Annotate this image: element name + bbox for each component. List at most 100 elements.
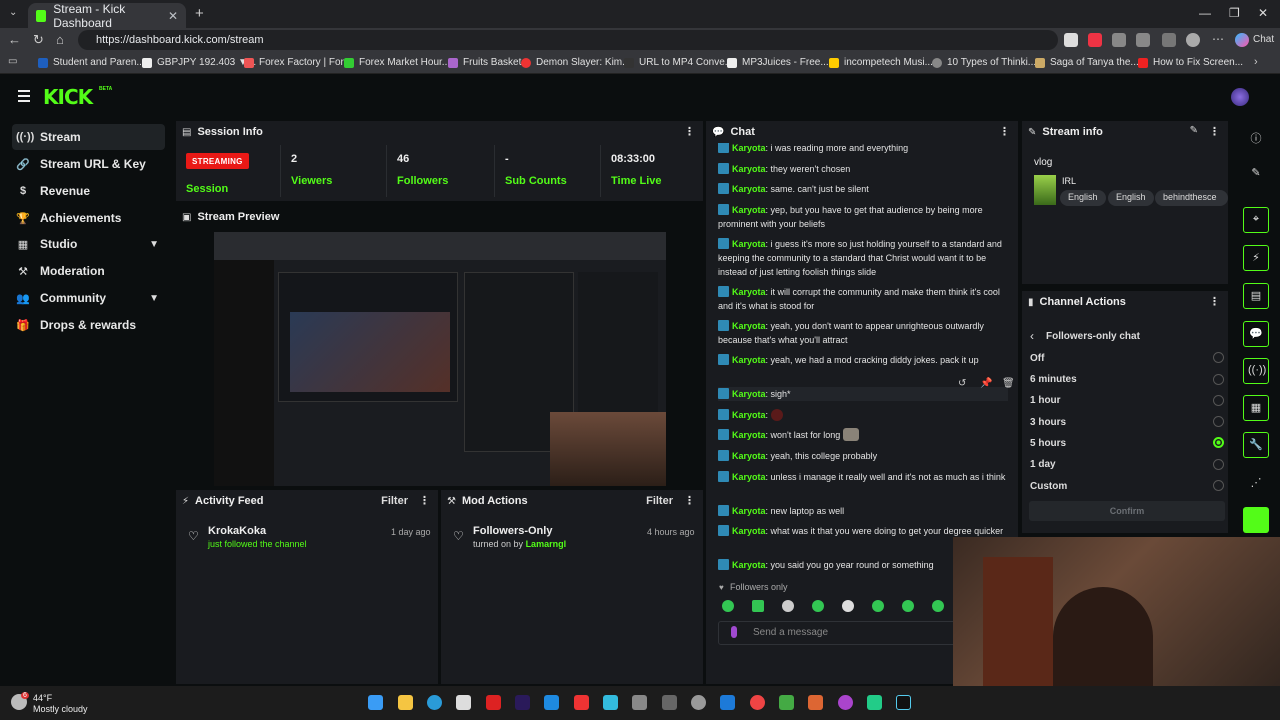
- broadcast-icon[interactable]: ((·)): [1248, 364, 1266, 380]
- chat-username[interactable]: Karyota: [732, 560, 766, 570]
- emote-icon[interactable]: [902, 600, 914, 612]
- bookmark[interactable]: GBPJPY 192.403 ▼...: [142, 57, 256, 68]
- app-icon[interactable]: [544, 695, 559, 710]
- chat-username[interactable]: Karyota: [732, 472, 766, 482]
- sidebar-item-achievements[interactable]: 🏆 Achievements: [12, 205, 165, 231]
- extension-icon[interactable]: [1088, 33, 1102, 47]
- emote-icon[interactable]: [722, 600, 734, 612]
- sidebar-item-moderation[interactable]: ⚒ Moderation: [12, 258, 165, 284]
- minimize-icon[interactable]: —: [1199, 6, 1211, 20]
- chat-username[interactable]: Karyota: [732, 506, 766, 516]
- sidebar-item-stream[interactable]: ((·)) Stream: [12, 124, 165, 150]
- confirm-button[interactable]: Confirm: [1029, 501, 1225, 521]
- radio-1-hour[interactable]: [1213, 395, 1224, 406]
- mod-action-user[interactable]: Lamarngl: [526, 539, 567, 549]
- sidebar-item-drops-rewards[interactable]: 🎁 Drops & rewards: [12, 312, 165, 338]
- document-icon[interactable]: ▤: [1248, 289, 1264, 305]
- url-input[interactable]: https://dashboard.kick.com/stream: [78, 30, 1058, 50]
- emote-icon[interactable]: [782, 600, 794, 612]
- bookmark[interactable]: incompetech Musi...: [829, 57, 933, 68]
- chat-username[interactable]: Karyota: [732, 143, 766, 153]
- radio-3-hours[interactable]: [1213, 416, 1224, 427]
- bookmark[interactable]: Forex Factory | For...: [244, 57, 352, 68]
- sidebar-item-community[interactable]: 👥 Community ▼: [12, 285, 165, 311]
- tiktok-icon[interactable]: [896, 695, 911, 710]
- app-icon[interactable]: [632, 695, 647, 710]
- bookmark[interactable]: How to Fix Screen...: [1138, 57, 1243, 68]
- app-icon[interactable]: [691, 695, 706, 710]
- filter-button[interactable]: Filter: [381, 495, 408, 507]
- chat-username[interactable]: Karyota: [732, 430, 766, 440]
- radio-off[interactable]: [1213, 352, 1224, 363]
- feed-username[interactable]: KrokaKoka: [208, 525, 266, 537]
- radio-5-hours[interactable]: [1213, 437, 1224, 448]
- tab-list-chevron-icon[interactable]: ⌄: [9, 7, 17, 18]
- more-menu-icon[interactable]: ⋯: [1212, 32, 1224, 46]
- bookmarks-more-icon[interactable]: ›: [1254, 56, 1258, 68]
- chrome-icon[interactable]: [750, 695, 765, 710]
- chat-username[interactable]: Karyota: [732, 451, 766, 461]
- app-icon[interactable]: [867, 695, 882, 710]
- user-avatar[interactable]: [1231, 88, 1249, 106]
- maximize-icon[interactable]: ❐: [1229, 6, 1240, 20]
- windows-start-icon[interactable]: [368, 695, 383, 710]
- option-custom[interactable]: Custom: [1030, 481, 1067, 492]
- app-icon[interactable]: [838, 695, 853, 710]
- lightning-icon[interactable]: ⚡: [1248, 251, 1264, 267]
- bookmark[interactable]: Student and Paren...: [38, 57, 145, 68]
- bookmark[interactable]: URL to MP4 Conve...: [624, 57, 733, 68]
- extension-icon[interactable]: [1064, 33, 1078, 47]
- chat-username[interactable]: Karyota: [732, 355, 766, 365]
- back-icon[interactable]: ←: [8, 32, 21, 47]
- chat-bubble-icon[interactable]: 💬: [1248, 327, 1264, 343]
- target-icon[interactable]: ⌖: [1248, 213, 1264, 229]
- layout-icon[interactable]: ▦: [1248, 401, 1264, 417]
- stream-preview-video[interactable]: [214, 232, 666, 486]
- emote-icon[interactable]: [752, 600, 764, 612]
- app-icon[interactable]: [662, 695, 677, 710]
- radio-1-day[interactable]: [1213, 459, 1224, 470]
- chat-label[interactable]: Chat: [1253, 34, 1274, 45]
- app-icon[interactable]: [574, 695, 589, 710]
- emote-icon[interactable]: [842, 600, 854, 612]
- back-chevron-icon[interactable]: ‹: [1030, 329, 1034, 343]
- chat-username[interactable]: Karyota: [732, 184, 766, 194]
- app-icon[interactable]: [720, 695, 735, 710]
- reply-icon[interactable]: ↺: [958, 378, 966, 389]
- filter-button[interactable]: Filter: [646, 495, 673, 507]
- more-options-icon[interactable]: ⋮: [999, 125, 1010, 138]
- menu-icon[interactable]: [18, 90, 30, 105]
- chat-username[interactable]: Karyota: [732, 164, 766, 174]
- share-icon[interactable]: ⋰: [1248, 476, 1264, 492]
- file-explorer-icon[interactable]: [398, 695, 413, 710]
- wrench-icon[interactable]: 🔧: [1248, 438, 1264, 454]
- sidebar-item-stream-url-key[interactable]: 🔗 Stream URL & Key: [12, 151, 165, 177]
- option-3-hours[interactable]: 3 hours: [1030, 417, 1066, 428]
- option-1-hour[interactable]: 1 hour: [1030, 395, 1061, 406]
- window-close-icon[interactable]: ✕: [1258, 6, 1268, 20]
- kick-logo[interactable]: KICK: [43, 85, 93, 109]
- app-icon[interactable]: [486, 695, 501, 710]
- info-circle-icon[interactable]: ⓘ: [1248, 130, 1264, 146]
- more-options-icon[interactable]: ⋮: [1209, 125, 1220, 138]
- home-icon[interactable]: ⌂: [56, 32, 64, 47]
- more-options-icon[interactable]: ⋮: [1209, 295, 1220, 308]
- chat-username[interactable]: Karyota: [732, 205, 766, 215]
- more-options-icon[interactable]: ⋮: [684, 125, 695, 138]
- emote-icon[interactable]: [872, 600, 884, 612]
- edge-icon[interactable]: [427, 695, 442, 710]
- close-tab-icon[interactable]: ✕: [168, 9, 178, 23]
- chat-username[interactable]: Karyota: [732, 321, 766, 331]
- chat-username[interactable]: Karyota: [732, 239, 766, 249]
- premiere-icon[interactable]: [515, 695, 530, 710]
- sidebar-item-revenue[interactable]: $ Revenue: [12, 178, 165, 204]
- extension-button[interactable]: [1243, 507, 1269, 533]
- bookmark[interactable]: Demon Slayer: Kim...: [521, 57, 630, 68]
- pencil-icon[interactable]: ✎: [1248, 166, 1264, 182]
- browser-tab[interactable]: Stream - Kick Dashboard ✕: [28, 2, 186, 30]
- app-icon[interactable]: [808, 695, 823, 710]
- favorites-icon[interactable]: [1162, 33, 1176, 47]
- store-icon[interactable]: [456, 695, 471, 710]
- radio-custom[interactable]: [1213, 480, 1224, 491]
- option-off[interactable]: Off: [1030, 353, 1044, 364]
